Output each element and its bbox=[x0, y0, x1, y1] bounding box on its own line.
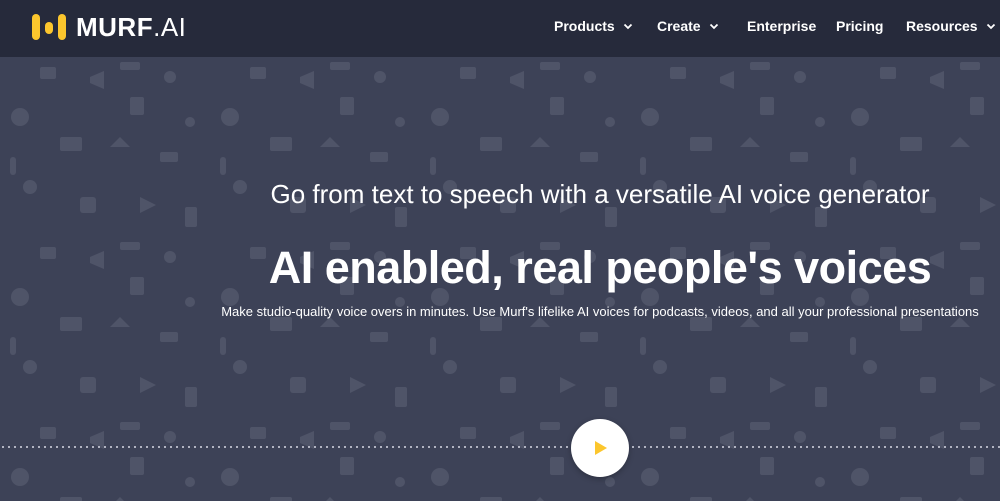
nav-item-enterprise[interactable]: Enterprise bbox=[747, 18, 816, 34]
murf-logo[interactable]: MURF.AI bbox=[32, 10, 186, 44]
nav-item-create[interactable]: Create bbox=[657, 18, 719, 34]
nav-item-label: Products bbox=[554, 18, 615, 34]
nav-item-label: Resources bbox=[906, 18, 978, 34]
play-icon bbox=[595, 441, 607, 455]
brand-name-dot: . bbox=[153, 11, 161, 42]
chevron-down-icon bbox=[709, 23, 718, 30]
top-navbar: MURF.AI Products Create Enterprise Prici… bbox=[0, 0, 1000, 57]
nav-item-label: Create bbox=[657, 18, 701, 34]
nav-item-pricing[interactable]: Pricing bbox=[836, 18, 883, 34]
chevron-down-icon bbox=[986, 23, 995, 30]
nav-item-products[interactable]: Products bbox=[554, 18, 633, 34]
murf-logo-icon bbox=[32, 14, 66, 40]
nav-item-label: Enterprise bbox=[747, 18, 817, 34]
nav-item-resources[interactable]: Resources bbox=[906, 18, 996, 34]
brand-name-light: AI bbox=[160, 11, 187, 42]
play-button[interactable] bbox=[571, 419, 629, 477]
brand-name-bold: MURF bbox=[76, 11, 154, 42]
hero-headline: AI enabled, real people's voices bbox=[268, 242, 932, 293]
nav-item-label: Pricing bbox=[836, 18, 884, 34]
hero-description: Make studio-quality voice overs in minut… bbox=[221, 304, 979, 319]
chevron-down-icon bbox=[623, 23, 632, 30]
hero-subtitle: Go from text to speech with a versatile … bbox=[270, 179, 930, 209]
audio-timeline-dots bbox=[0, 446, 1000, 448]
brand-name: MURF.AI bbox=[76, 12, 186, 43]
hero-section: Go from text to speech with a versatile … bbox=[0, 57, 1000, 501]
